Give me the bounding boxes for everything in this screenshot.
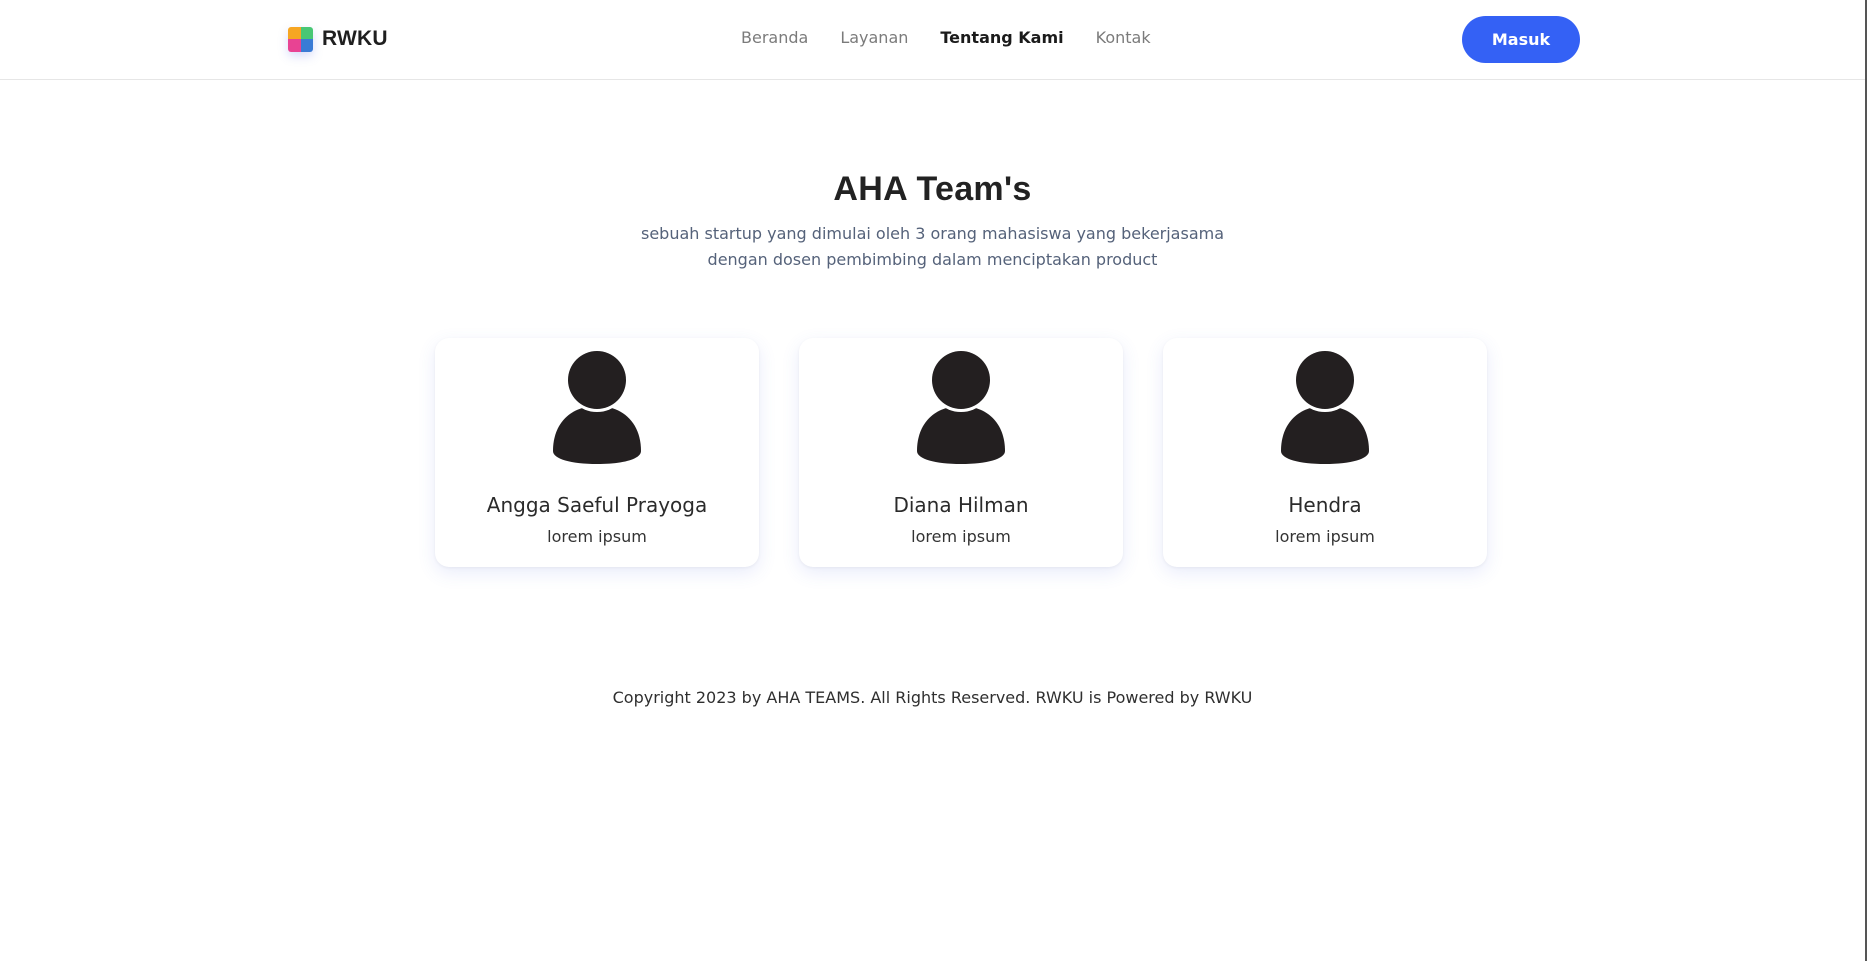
team-card: Hendra lorem ipsum [1163, 338, 1487, 567]
team-card: Diana Hilman lorem ipsum [799, 338, 1123, 567]
member-name: Hendra [1288, 493, 1362, 517]
member-role: lorem ipsum [1275, 527, 1375, 546]
user-avatar-icon [1281, 351, 1369, 464]
team-cards: Angga Saeful Prayoga lorem ipsum Diana H… [435, 338, 1487, 567]
rwku-logo-icon [288, 26, 313, 52]
page-subtitle: sebuah startup yang dimulai oleh 3 orang… [640, 224, 1225, 269]
page-title: AHA Team's [833, 170, 1032, 208]
nav-item-layanan[interactable]: Layanan [840, 28, 908, 47]
user-avatar-icon [553, 351, 641, 464]
nav-item-kontak[interactable]: Kontak [1096, 28, 1151, 47]
member-role: lorem ipsum [911, 527, 1011, 546]
member-name: Diana Hilman [893, 493, 1029, 517]
brand-logo-link[interactable]: RWKU [288, 24, 388, 54]
member-role: lorem ipsum [547, 527, 647, 546]
member-name: Angga Saeful Prayoga [486, 493, 708, 517]
copyright-footer: Copyright 2023 by AHA TEAMS. All Rights … [612, 688, 1253, 707]
team-intro: AHA Team's sebuah startup yang dimulai o… [0, 170, 1865, 273]
nav-item-beranda[interactable]: Beranda [741, 28, 808, 47]
brand-name: RWKU [322, 27, 388, 50]
user-avatar-icon [917, 351, 1005, 464]
top-navbar: RWKU Beranda Layanan Tentang Kami Kontak… [0, 0, 1865, 80]
login-button[interactable]: Masuk [1462, 16, 1580, 63]
main-nav: Beranda Layanan Tentang Kami Kontak [741, 28, 1151, 47]
team-card: Angga Saeful Prayoga lorem ipsum [435, 338, 759, 567]
nav-item-tentang-kami[interactable]: Tentang Kami [940, 28, 1063, 47]
